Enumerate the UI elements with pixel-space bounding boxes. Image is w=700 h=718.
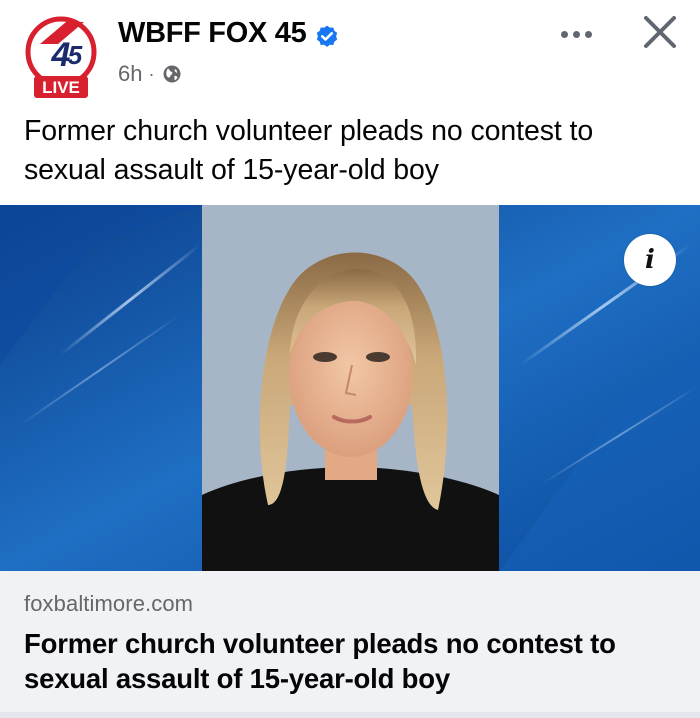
- article-image[interactable]: [0, 205, 700, 571]
- meta-separator: ·: [148, 63, 155, 84]
- more-dot: [560, 30, 568, 38]
- post-meta: 6h ·: [118, 61, 182, 87]
- post-header: 4 5 LIVE WBFF FOX 45 6h ·: [0, 0, 700, 108]
- post-text: Former church volunteer pleads no contes…: [24, 115, 594, 186]
- more-dot: [572, 30, 580, 38]
- post-time[interactable]: 6h: [118, 61, 142, 87]
- svg-text:5: 5: [68, 40, 83, 70]
- link-preview-card[interactable]: foxbaltimore.com Former church volunteer…: [0, 571, 700, 712]
- link-title: Former church volunteer pleads no contes…: [24, 628, 616, 694]
- info-icon: i: [645, 245, 655, 275]
- verified-badge-icon: [316, 25, 338, 47]
- more-dot: [584, 30, 592, 38]
- close-icon[interactable]: [640, 12, 680, 52]
- globe-icon: [163, 65, 181, 83]
- more-options-button[interactable]: [556, 22, 596, 46]
- page-name[interactable]: WBFF FOX 45: [118, 17, 307, 50]
- avatar-live-badge: LIVE: [42, 78, 80, 97]
- page-avatar[interactable]: 4 5 LIVE: [20, 14, 102, 100]
- link-domain: foxbaltimore.com: [24, 591, 194, 616]
- info-button[interactable]: i: [624, 234, 676, 286]
- divider: [0, 712, 700, 718]
